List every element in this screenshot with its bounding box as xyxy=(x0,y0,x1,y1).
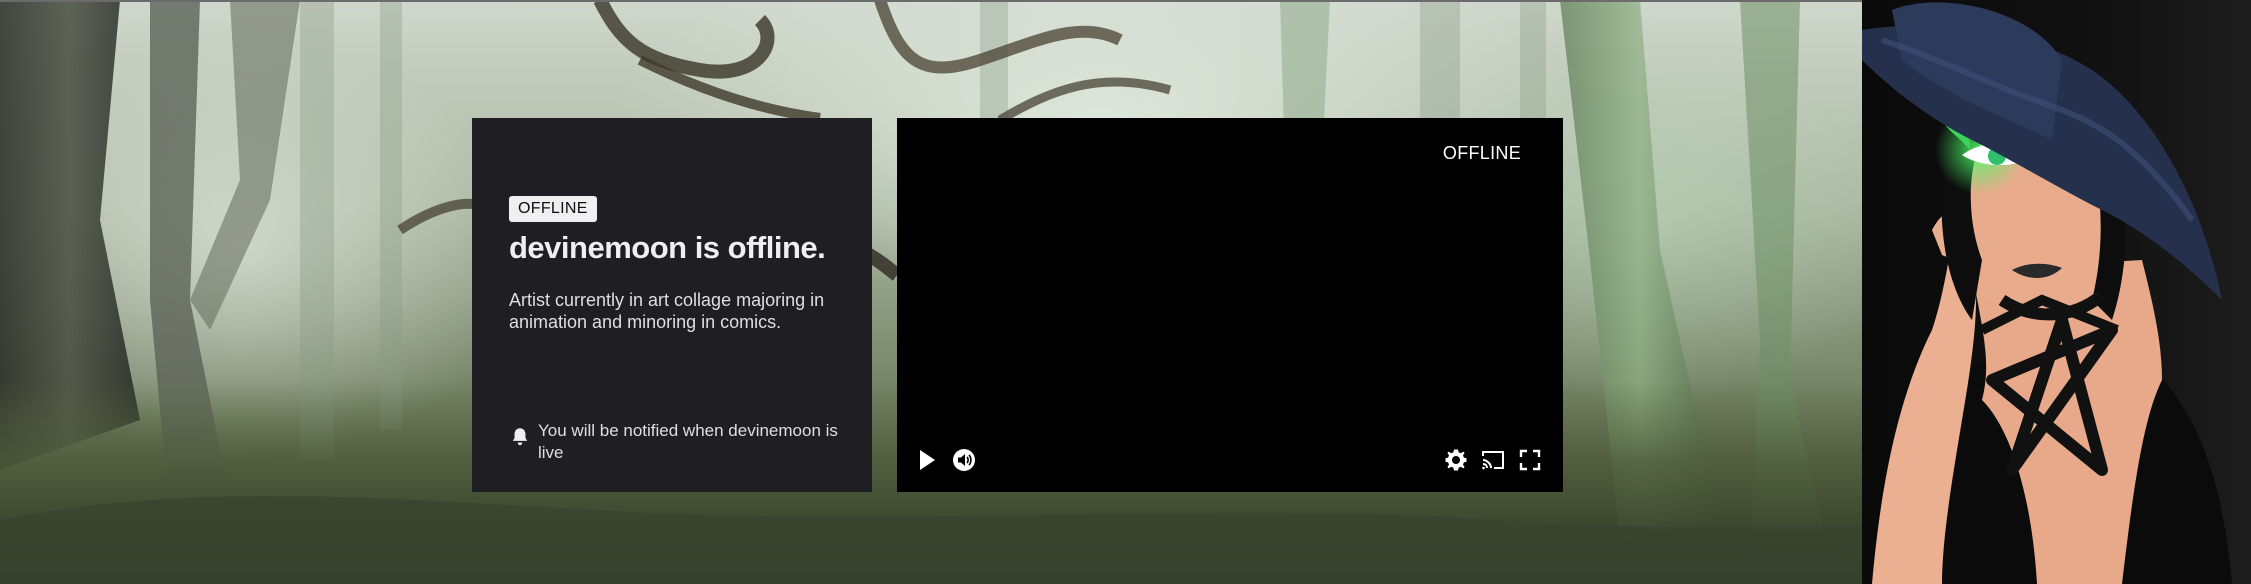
volume-button[interactable] xyxy=(950,446,978,474)
offline-badge: OFFLINE xyxy=(509,196,597,222)
banner-character-illustration xyxy=(1862,0,2251,584)
player-offline-label: OFFLINE xyxy=(1442,143,1521,163)
play-button[interactable] xyxy=(913,446,941,474)
offline-title: devinemoon is offline. xyxy=(509,230,826,265)
fullscreen-icon xyxy=(1519,449,1541,471)
cast-icon xyxy=(1482,451,1504,470)
cast-button[interactable] xyxy=(1479,446,1507,474)
volume-icon xyxy=(953,449,975,471)
witch-character-art xyxy=(1862,2,2232,584)
bell-icon xyxy=(512,428,528,446)
video-player[interactable]: OFFLINE xyxy=(897,118,1563,492)
settings-button[interactable] xyxy=(1442,446,1470,474)
offline-info-card: OFFLINE devinemoon is offline. Artist cu… xyxy=(472,118,872,492)
notification-notice: You will be notified when devinemoon is … xyxy=(509,420,849,464)
channel-bio: Artist currently in art collage majoring… xyxy=(509,290,825,332)
fullscreen-button[interactable] xyxy=(1516,446,1544,474)
notification-text: You will be notified when devinemoon is … xyxy=(538,421,838,462)
settings-gear-icon xyxy=(1445,449,1467,471)
play-icon xyxy=(920,450,935,470)
